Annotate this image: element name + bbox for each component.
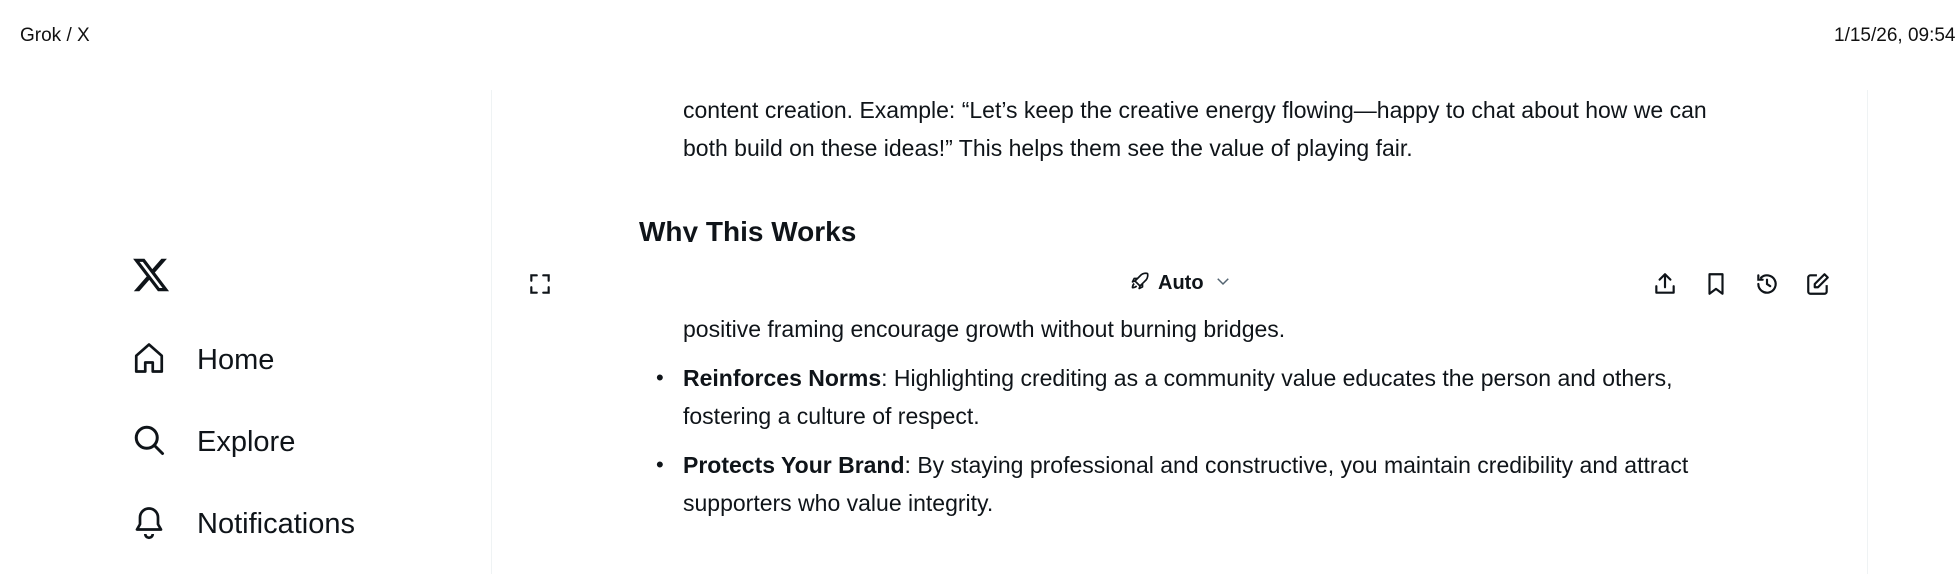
nav-label-explore: Explore [197,425,296,458]
rocket-icon [1130,271,1150,296]
mode-selector[interactable]: Auto [1130,271,1232,296]
list-item-title: Protects Your Brand [683,452,905,478]
timestamp: 1/15/26, 09:54 [1834,25,1956,46]
bullet-dot: • [656,452,664,477]
bookmark-button[interactable] [1698,268,1734,304]
expand-button[interactable] [522,268,558,304]
section-heading: Why This Works [639,216,857,242]
bell-icon [131,504,167,545]
mode-label: Auto [1158,272,1204,294]
nav-label-notifications: Notifications [197,507,355,540]
search-icon [131,422,167,463]
nav-label-home: Home [197,343,275,376]
x-logo-icon[interactable] [131,255,171,295]
response-paragraph: content creation. Example: “Let’s keep t… [683,97,1707,161]
response-line: positive framing encourage growth withou… [683,316,1286,342]
window-title: Grok / X [20,25,90,46]
nav-item-notifications[interactable]: Notifications [131,502,355,546]
share-button[interactable] [1647,268,1683,304]
bullet-dot: • [656,365,664,390]
chevron-down-icon [1214,272,1232,295]
list-item: Reinforces Norms: Highlighting crediting… [683,359,1743,435]
history-button[interactable] [1749,268,1785,304]
share-icon [1652,271,1678,302]
list-item: Protects Your Brand: By staying professi… [683,446,1743,522]
list-item-title: Reinforces Norms [683,365,882,391]
expand-icon [527,271,553,302]
nav-item-home[interactable]: Home [131,338,274,382]
new-chat-button[interactable] [1800,268,1836,304]
nav-item-explore[interactable]: Explore [131,420,295,464]
home-icon [131,340,167,381]
bookmark-icon [1703,271,1729,302]
history-icon [1754,271,1780,302]
edit-icon [1805,271,1831,302]
